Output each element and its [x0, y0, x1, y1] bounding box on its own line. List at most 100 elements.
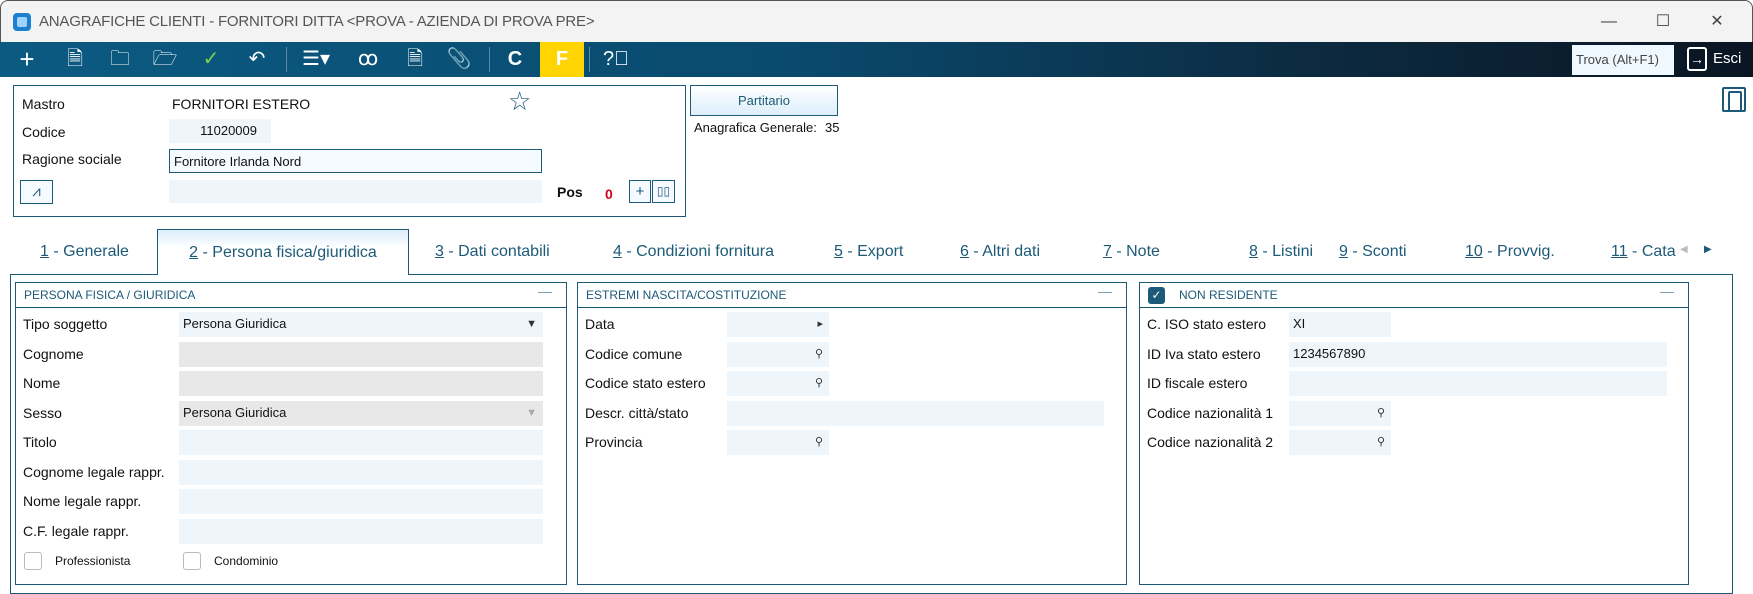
tab-1[interactable]: 1 - Generale: [40, 229, 129, 275]
panel-persona-title: PERSONA FISICA / GIURIDICA: [16, 283, 566, 308]
tab-5[interactable]: 5 - Export: [834, 229, 903, 275]
field-input[interactable]: ⚲: [727, 430, 829, 455]
field-input[interactable]: [179, 459, 543, 485]
side-panel-icon[interactable]: [1722, 87, 1746, 112]
field-label: Nome legale rappr.: [23, 493, 142, 509]
exit-icon[interactable]: →: [1687, 47, 1707, 71]
menu-dropdown-icon[interactable]: ☰▾: [296, 42, 336, 77]
maximize-button[interactable]: ☐: [1648, 9, 1678, 35]
exit-button[interactable]: Esci: [1713, 50, 1741, 67]
search-icon[interactable]: ⚲: [815, 342, 823, 366]
field-label: Codice comune: [585, 345, 683, 362]
professionista-checkbox[interactable]: [24, 552, 42, 570]
search-input[interactable]: Trova (Alt+F1): [1572, 45, 1674, 75]
field-input[interactable]: [179, 489, 543, 514]
non-residente-checkbox[interactable]: ✓: [1148, 287, 1165, 304]
field-input[interactable]: XI: [1289, 312, 1391, 337]
minimize-button[interactable]: —: [1594, 9, 1624, 35]
tab-6[interactable]: 6 - Altri dati: [960, 229, 1040, 275]
book-icon[interactable]: ▯▯: [652, 180, 675, 203]
report-icon[interactable]: 🗎: [396, 42, 434, 77]
field-input[interactable]: ⚲: [727, 371, 829, 396]
tab-label: - Cata: [1627, 243, 1676, 260]
field-label: Cognome legale rappr.: [23, 463, 165, 480]
folder-clock-icon[interactable]: 🗁: [146, 42, 184, 77]
field-input[interactable]: ⚲: [1289, 430, 1391, 455]
anagrafica-generale-label: Anagrafica Generale:: [694, 120, 817, 135]
pos-label: Pos: [557, 184, 583, 200]
field-input[interactable]: [179, 518, 543, 544]
search-icon[interactable]: ⚲: [1377, 401, 1385, 425]
condominio-checkbox[interactable]: [183, 552, 201, 570]
tab-scroll-right-icon[interactable]: ▶: [1704, 244, 1712, 255]
field-input[interactable]: ▸: [727, 312, 829, 337]
field-input[interactable]: [727, 400, 1104, 426]
partitario-button[interactable]: Partitario: [690, 85, 838, 116]
c-button[interactable]: C: [496, 42, 534, 77]
tab-3[interactable]: 3 - Dati contabili: [435, 229, 550, 275]
tab-8[interactable]: 8 - Listini: [1249, 229, 1313, 275]
codice-field[interactable]: 11020009: [169, 119, 271, 143]
collapse-icon[interactable]: —: [538, 283, 552, 299]
ragione-sociale-extra-field[interactable]: [169, 180, 542, 203]
panel-non-residente-title: NON RESIDENTE: [1140, 283, 1688, 308]
field-input[interactable]: ⚲: [1289, 400, 1391, 426]
toolbar: + 🗎 🗀 🗁 ✓ ↶ ☰▾ ꝏ 🗎 📎 C F ?⃝ Trova (Alt+F…: [0, 42, 1753, 77]
star-icon[interactable]: ☆: [508, 86, 531, 117]
tab-scroll-left-icon[interactable]: ◀: [1680, 244, 1688, 255]
chart-check-icon[interactable]: ⩘: [20, 180, 53, 204]
add-icon[interactable]: +: [629, 180, 651, 203]
chevron-down-icon[interactable]: ▼: [526, 401, 537, 425]
tab-label: - Dati contabili: [443, 243, 550, 260]
undo-icon[interactable]: ↶: [238, 42, 276, 77]
field-input[interactable]: Persona Giuridica ▼: [179, 400, 543, 426]
tab-key: 4: [613, 243, 622, 260]
field-label: Codice nazionalità 2: [1147, 434, 1274, 450]
tab-9[interactable]: 9 - Sconti: [1339, 229, 1407, 275]
chevron-down-icon[interactable]: ▼: [526, 312, 537, 336]
field-label: Data: [585, 316, 615, 332]
tab-label: - Altri dati: [968, 243, 1041, 260]
field-label: C. ISO stato estero: [1147, 316, 1267, 332]
separator: [286, 47, 287, 72]
tab-10[interactable]: 10 - Provvig.: [1465, 229, 1555, 275]
tab-11[interactable]: 11 - Cata: [1611, 229, 1681, 275]
ragione-sociale-label: Ragione sociale: [22, 151, 122, 167]
search-icon[interactable]: ⚲: [1377, 430, 1385, 454]
field-input[interactable]: ⚲: [727, 341, 829, 367]
field-label: C.F. legale rappr.: [23, 522, 129, 539]
tab-7[interactable]: 7 - Note: [1103, 229, 1160, 275]
tab-key: 3: [435, 243, 444, 260]
contacts-icon[interactable]: ꝏ: [349, 42, 387, 77]
app-logo-icon: [13, 13, 31, 31]
field-input[interactable]: Persona Giuridica ▼: [179, 312, 543, 337]
folder-open-icon[interactable]: 🗀: [101, 42, 139, 77]
collapse-icon[interactable]: —: [1098, 283, 1112, 299]
paperclip-icon[interactable]: 📎: [440, 42, 478, 77]
calendar-arrow-icon[interactable]: ▸: [817, 312, 823, 336]
field-input[interactable]: [179, 430, 543, 455]
field-input[interactable]: 1234567890: [1289, 341, 1667, 367]
field-label: Cognome: [23, 345, 84, 362]
tab-label: - Condizioni fornitura: [621, 243, 774, 260]
close-button[interactable]: ✕: [1702, 9, 1732, 35]
field-value: 1234567890: [1293, 345, 1366, 361]
collapse-icon[interactable]: —: [1660, 283, 1674, 299]
check-icon[interactable]: ✓: [192, 42, 230, 77]
help-icon[interactable]: ?⃝: [597, 42, 635, 77]
document-icon[interactable]: 🗎: [56, 42, 94, 77]
condominio-label: Condominio: [214, 554, 279, 568]
ragione-sociale-field[interactable]: Fornitore Irlanda Nord: [169, 149, 542, 173]
search-icon[interactable]: ⚲: [815, 371, 823, 395]
f-button[interactable]: F: [540, 42, 584, 77]
field-label: Codice nazionalità 1: [1147, 404, 1274, 421]
plus-icon[interactable]: +: [8, 42, 46, 77]
field-input[interactable]: [1289, 371, 1667, 396]
field-label: Sesso: [23, 404, 62, 421]
tab-2[interactable]: 2 - Persona fisica/giuridica: [157, 229, 409, 275]
field-label: ID fiscale estero: [1147, 375, 1248, 391]
search-icon[interactable]: ⚲: [815, 430, 823, 454]
tab-4[interactable]: 4 - Condizioni fornitura: [613, 229, 774, 275]
field-input[interactable]: [179, 341, 543, 367]
field-input[interactable]: [179, 371, 543, 396]
